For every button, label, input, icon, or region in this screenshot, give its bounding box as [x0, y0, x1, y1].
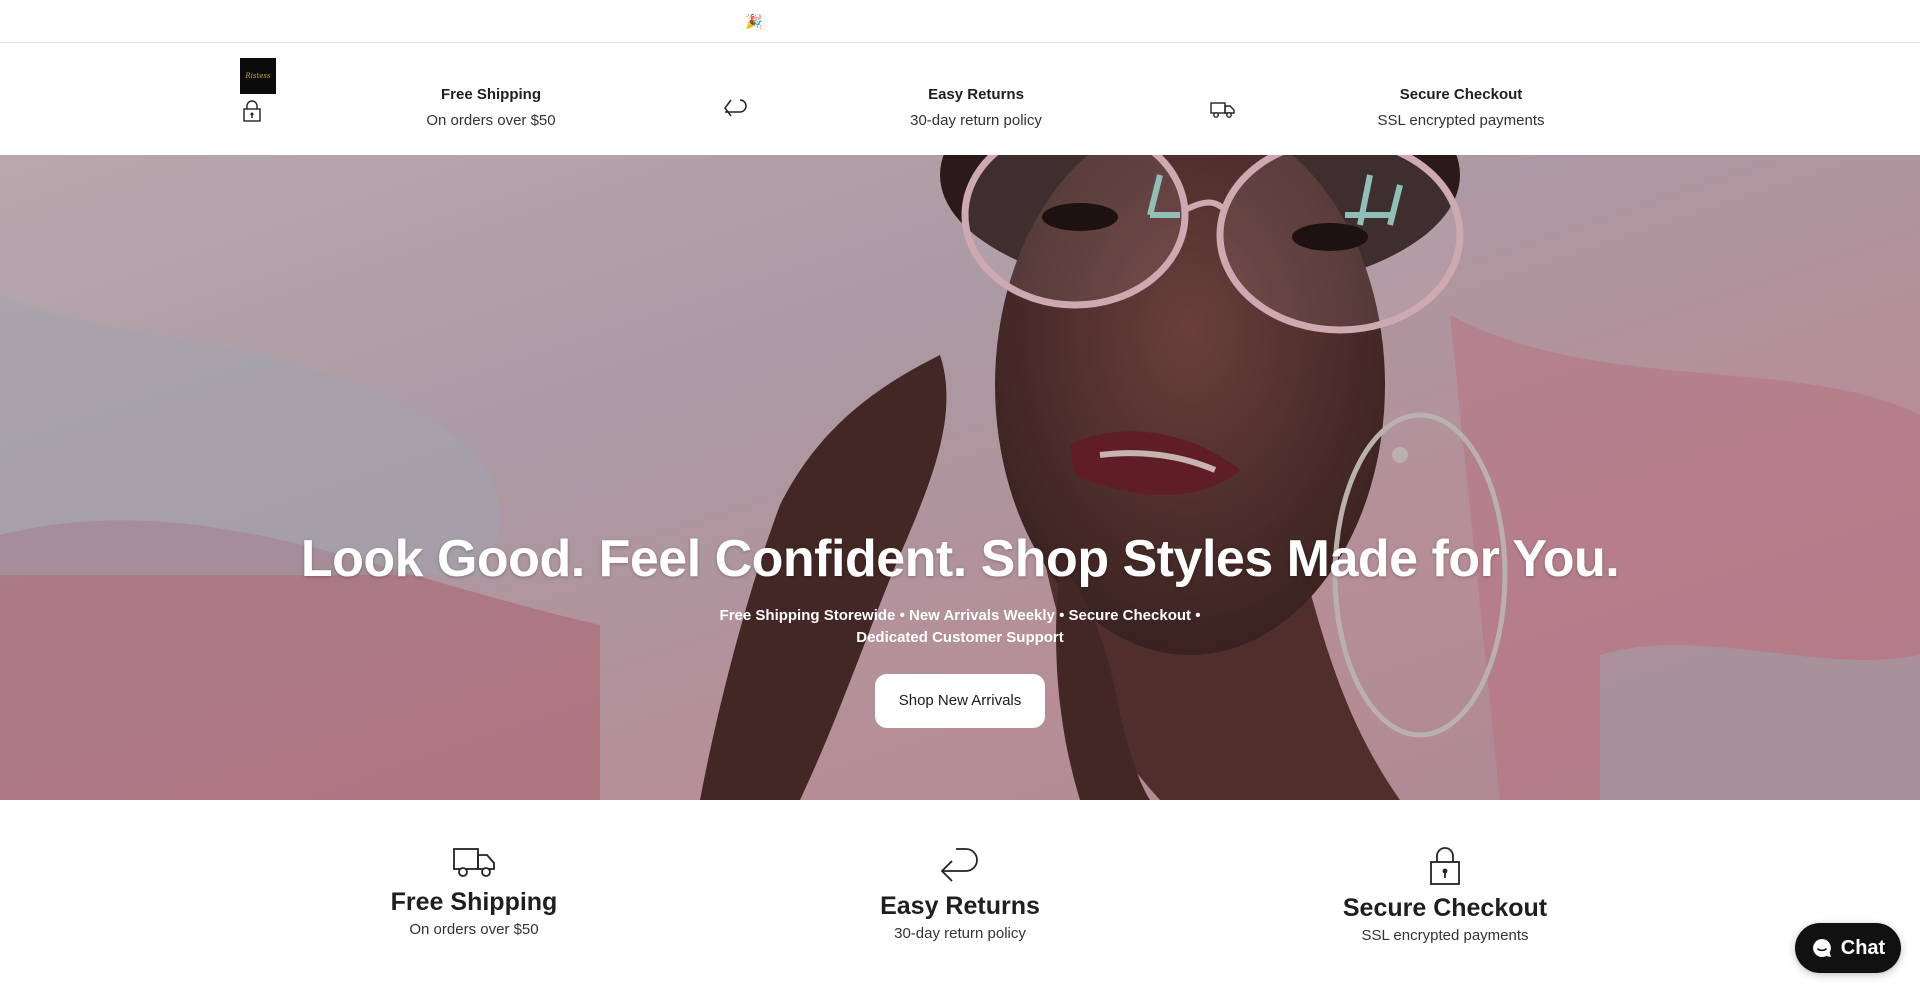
feature-easy-returns: Easy Returns 30-day return policy: [800, 845, 1120, 943]
feature-title: Free Shipping: [390, 888, 558, 916]
header-feature-subtitle: On orders over $50: [426, 112, 556, 129]
hero-subtitle: Free Shipping Storewide • New Arrivals W…: [719, 607, 1201, 646]
lock-icon: [243, 100, 261, 122]
header-feature-title: Free Shipping: [440, 86, 541, 103]
feature-subtitle: 30-day return policy: [894, 925, 1026, 942]
features-section: Free Shipping On orders over $50 Easy Re…: [0, 800, 1920, 993]
hero-title: Look Good. Feel Confident. Shop Styles M…: [300, 530, 1620, 588]
header-feature-title: Secure Checkout: [1399, 86, 1523, 103]
chat-bubble-icon: [1812, 939, 1831, 957]
site-header: Ristess Free Shipping On orders over $50…: [0, 43, 1920, 155]
shop-new-arrivals-button[interactable]: Shop New Arrivals: [875, 674, 1045, 728]
store-logo[interactable]: Ristess: [240, 58, 276, 94]
header-feature-free-shipping: Free Shipping On orders over $50: [361, 86, 621, 130]
announcement-bar: 🎉: [0, 0, 1920, 43]
return-arrow-icon: [724, 99, 747, 117]
truck-icon: [1210, 102, 1235, 118]
header-feature-secure-checkout: Secure Checkout SSL encrypted payments: [1331, 86, 1591, 130]
hero-banner: Look Good. Feel Confident. Shop Styles M…: [0, 155, 1920, 800]
header-feature-subtitle: 30-day return policy: [910, 112, 1042, 129]
return-arrow-icon: [940, 848, 978, 882]
feature-secure-checkout: Secure Checkout SSL encrypted payments: [1285, 845, 1605, 945]
header-feature-easy-returns: Easy Returns 30-day return policy: [846, 86, 1106, 130]
header-feature-title: Easy Returns: [928, 86, 1024, 103]
chat-button[interactable]: Chat: [1795, 923, 1901, 973]
feature-title: Easy Returns: [880, 892, 1040, 920]
truck-icon: [453, 848, 495, 877]
header-feature-subtitle: SSL encrypted payments: [1377, 112, 1545, 129]
feature-free-shipping: Free Shipping On orders over $50: [314, 845, 634, 939]
feature-subtitle: On orders over $50: [409, 921, 539, 938]
chat-label: Chat: [1840, 936, 1886, 959]
feature-title: Secure Checkout: [1342, 894, 1548, 922]
logo-text: Ristess: [245, 72, 271, 80]
lock-icon: [1430, 847, 1460, 885]
feature-subtitle: SSL encrypted payments: [1361, 927, 1529, 944]
party-popper-icon: 🎉: [745, 13, 763, 29]
